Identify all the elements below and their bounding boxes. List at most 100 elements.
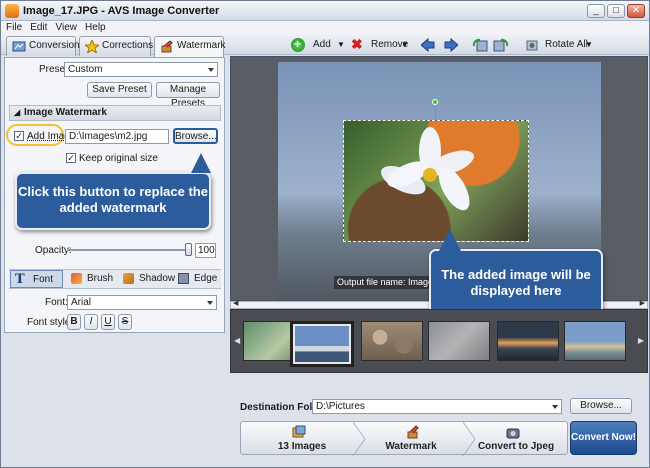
bold-button[interactable]: B (67, 314, 81, 330)
rotate-right-icon (493, 38, 509, 52)
close-button[interactable]: ✕ (627, 4, 645, 18)
conversion-icon (12, 41, 26, 52)
rotate-all-label: Rotate All (545, 39, 588, 50)
tab-edge-label: Edge (194, 273, 218, 284)
section-title: Image Watermark (24, 107, 107, 118)
step-convert-format[interactable]: Convert to Jpeg (466, 441, 566, 452)
font-value: Arial (71, 297, 92, 308)
destination-folder-input[interactable]: D:\Pictures (312, 399, 562, 414)
minimize-button[interactable]: _ (587, 4, 605, 18)
menu-view[interactable]: View (55, 21, 77, 35)
font-select[interactable]: Arial (67, 295, 217, 310)
step-images[interactable]: 13 Images (250, 441, 354, 452)
add-button[interactable]: + Add (291, 36, 341, 54)
menu-bar: File Edit View Help (1, 21, 649, 35)
remove-dropdown[interactable]: ▼ (401, 36, 409, 54)
keep-size-checkbox[interactable]: ✓ (66, 153, 76, 163)
thumbnail[interactable] (428, 321, 490, 361)
camera-icon (506, 428, 520, 439)
underline-button[interactable]: U (101, 314, 115, 330)
callout-left-text: Click this button to replace the added w… (18, 184, 208, 215)
tab-corrections[interactable]: Corrections (79, 36, 153, 56)
edge-icon (178, 273, 189, 284)
thumbnail[interactable] (564, 321, 626, 361)
shadow-icon (123, 273, 134, 284)
tab-shadow-label: Shadow (139, 273, 176, 284)
image-watermark-section[interactable]: ◢ Image Watermark (9, 105, 221, 121)
app-icon (5, 4, 19, 18)
opacity-slider-thumb[interactable] (185, 243, 192, 256)
filmstrip-left-icon[interactable]: ◀ (234, 336, 240, 345)
flower-icon (381, 127, 474, 211)
tab-brush-label: Brush (87, 273, 114, 284)
plus-glyph: + (294, 37, 302, 51)
remove-icon: ✖ (351, 36, 363, 52)
chevron-down-icon (208, 68, 214, 72)
collapse-icon: ◢ (14, 108, 21, 117)
previous-button[interactable] (420, 36, 435, 54)
preset-select[interactable]: Custom (64, 62, 218, 77)
rotate-all-button[interactable]: Rotate All ▼ (525, 36, 595, 54)
left-panel-spacer (4, 335, 225, 465)
maximize-button[interactable]: □ (607, 4, 625, 18)
next-button[interactable] (444, 36, 459, 54)
tab-shadow[interactable]: Shadow (119, 270, 176, 288)
add-dropdown[interactable]: ▼ (337, 36, 347, 54)
browse-watermark-button[interactable]: Browse... (173, 128, 218, 144)
opacity-value-input[interactable]: 100 (195, 243, 216, 258)
font-icon: T (15, 272, 25, 287)
rotate-all-dropdown[interactable]: ▼ (585, 36, 593, 54)
callout-replace-watermark: Click this button to replace the added w… (15, 172, 211, 230)
star-icon (85, 40, 99, 53)
remove-button[interactable]: ✖ Remove ▼ (351, 36, 411, 54)
scroll-right-icon[interactable]: ▶ (640, 299, 645, 307)
callout-pointer (191, 153, 211, 173)
rotate-handle[interactable] (432, 99, 438, 105)
manage-presets-button[interactable]: Manage Presets (156, 82, 220, 109)
opacity-value: 100 (198, 245, 215, 256)
add-image-checkbox[interactable]: ✓ (14, 131, 24, 141)
strikeout-button[interactable]: S (118, 314, 132, 330)
step-watermark[interactable]: Watermark (356, 441, 466, 452)
menu-file[interactable]: File (6, 21, 22, 35)
image-path-input[interactable]: D:\Images\m2.jpg (65, 129, 169, 144)
window-title: Image_17.JPG - AVS Image Converter (23, 5, 220, 17)
scroll-left-icon[interactable]: ◀ (233, 299, 238, 307)
app-window: Image_17.JPG - AVS Image Converter _ □ ✕… (0, 0, 650, 468)
images-icon (292, 425, 306, 438)
tab-font-label: Font (33, 274, 54, 285)
thumbnail[interactable] (497, 321, 559, 361)
save-preset-button[interactable]: Save Preset (87, 82, 152, 98)
callout-pointer (439, 229, 461, 251)
brush-icon (71, 273, 82, 284)
destination-value: D:\Pictures (316, 401, 365, 412)
filmstrip: ◀ ▶ (230, 309, 648, 373)
tab-edge[interactable]: Edge (175, 270, 219, 288)
callout-right-text: The added image will be displayed here (441, 267, 591, 298)
rotate-left-button[interactable] (472, 36, 488, 54)
watermark-image[interactable] (343, 120, 529, 242)
opacity-slider-track (67, 249, 191, 251)
menu-edit[interactable]: Edit (30, 21, 47, 35)
rotate-left-icon (472, 38, 488, 52)
thumbnail[interactable] (361, 321, 423, 361)
arrow-right-icon (444, 37, 459, 53)
tab-font[interactable]: T Font (10, 270, 63, 288)
rotate-right-button[interactable] (493, 36, 509, 54)
italic-button[interactable]: I (84, 314, 98, 330)
watermark-icon (161, 40, 173, 53)
filmstrip-right-icon[interactable]: ▶ (638, 336, 644, 345)
chevron-down-icon (552, 405, 558, 409)
destination-browse-button[interactable]: Browse... (570, 398, 632, 414)
tab-brush[interactable]: Brush (67, 270, 119, 288)
tab-watermark[interactable]: Watermark (154, 36, 226, 57)
callout-image-displayed: The added image will be displayed here (429, 249, 603, 315)
watermark-icon (407, 425, 419, 439)
thumbnail-selected[interactable] (293, 324, 351, 364)
add-label: Add (313, 39, 331, 50)
menu-help[interactable]: Help (85, 21, 106, 35)
tab-conversion[interactable]: Conversion (6, 36, 80, 56)
convert-now-button[interactable]: Convert Now! (570, 421, 637, 455)
title-bar: Image_17.JPG - AVS Image Converter _ □ ✕ (1, 1, 649, 21)
tab-conversion-label: Conversion (29, 40, 80, 51)
